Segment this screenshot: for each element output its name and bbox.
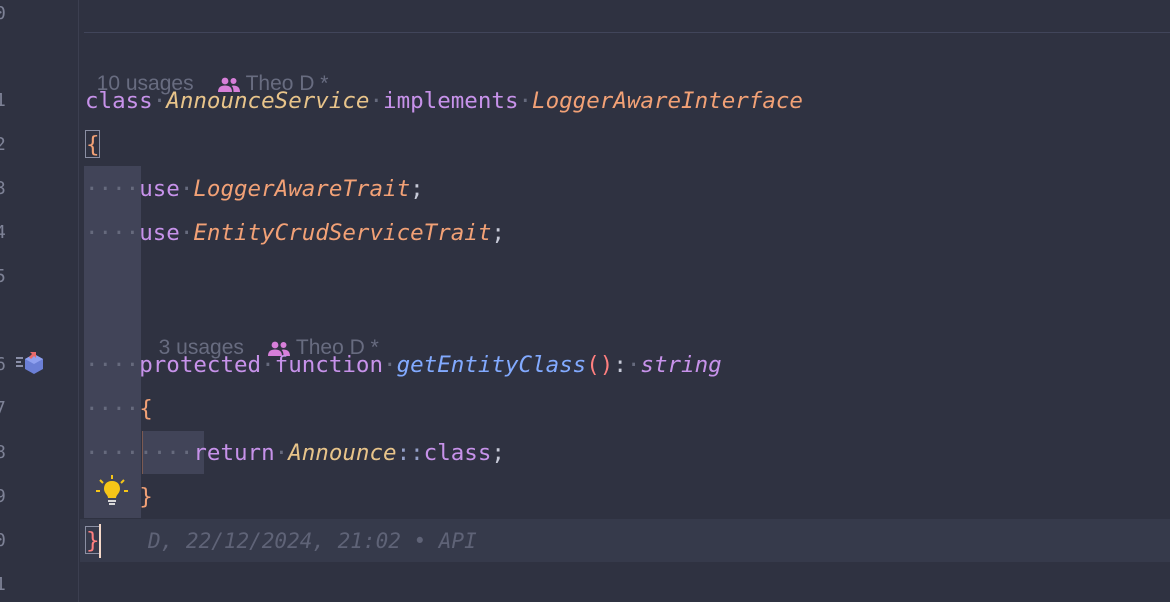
method-close-brace: } [139,484,153,510]
keyword-use: use [139,176,180,202]
code-line-class-declaration[interactable]: class·AnnounceService·implements·LoggerA… [85,86,803,116]
line-number[interactable]: 5 [0,265,9,289]
gutter-divider [78,0,79,602]
line-number[interactable]: 4 [0,221,9,245]
keyword-class: class [85,88,153,114]
line-number[interactable]: 0 [0,529,9,553]
code-line-class-close-brace[interactable]: } [85,526,100,556]
code-line-use-trait-1[interactable]: ····use·LoggerAwareTrait; [85,174,424,204]
return-type: string [640,352,722,378]
code-line-use-trait-2[interactable]: ····use·EntityCrudServiceTrait; [85,218,505,248]
semicolon: ; [491,440,505,466]
method-name: getEntityClass [396,352,587,378]
colon: : [613,352,627,378]
class-constant: class [423,440,492,466]
code-line-open-brace[interactable]: { [85,130,100,160]
class-usages-hint[interactable]: 10 usages Theo D * [85,45,329,95]
line-number[interactable]: 1 [0,573,9,597]
parentheses: () [586,352,614,378]
line-number[interactable]: 6 [0,353,9,377]
trait-name: EntityCrudServiceTrait [193,220,492,246]
code-line-method-open-brace[interactable]: ····{ [85,394,153,424]
line-number[interactable]: 9 [0,485,9,509]
keyword-protected: protected [139,352,262,378]
text-caret [99,524,101,558]
class-name: AnnounceService [166,88,370,114]
line-number[interactable]: 8 [0,441,9,465]
keyword-return: return [193,440,275,466]
code-line-method-declaration[interactable]: ····protected·function·getEntityClass():… [85,350,722,380]
implements-method-icon[interactable] [16,351,46,379]
keyword-use: use [139,220,180,246]
section-separator [84,32,1170,33]
trait-name: LoggerAwareTrait [193,176,411,202]
interface-name: LoggerAwareInterface [532,88,803,114]
scope-operator: :: [396,440,424,466]
class-close-brace: } [85,526,100,554]
method-usages-hint[interactable]: 3 usages Theo D * [147,309,379,359]
keyword-function: function [274,352,384,378]
line-number[interactable]: 1 [0,89,9,113]
line-number[interactable]: 7 [0,397,9,421]
line-number-gutter [0,0,78,602]
line-number[interactable]: 3 [0,177,9,201]
semicolon: ; [491,220,505,246]
line-number[interactable]: 2 [0,133,9,157]
line-number[interactable]: 0 [0,2,9,26]
code-line-return[interactable]: ········return·Announce::class; [85,438,505,468]
class-open-brace: { [85,130,100,158]
semicolon: ; [410,176,424,202]
keyword-implements: implements [383,88,519,114]
code-line-method-close-brace[interactable]: } [85,482,153,512]
returned-class-name: Announce [288,440,397,466]
git-blame-annotation[interactable]: D, 22/12/2024, 21:02 • API [148,526,477,556]
method-open-brace: { [139,396,153,422]
